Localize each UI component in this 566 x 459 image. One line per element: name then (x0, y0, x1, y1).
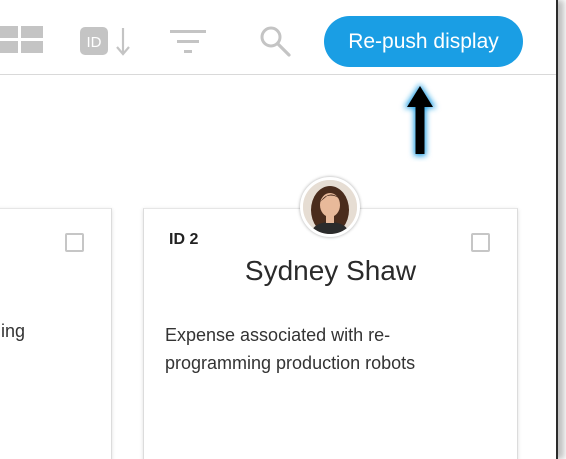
card-id: ID 2 (169, 231, 199, 248)
id-sort-icon[interactable]: ID (80, 25, 132, 57)
card-description: Expense associated with re-programming p… (165, 325, 416, 373)
toolbar: ID Re-push display (0, 0, 556, 75)
app-frame: ID Re-push display ging ID 2 (0, 0, 558, 459)
avatar-photo-icon (303, 180, 357, 234)
card-select-checkbox[interactable] (471, 233, 490, 252)
project-card-sydney-shaw[interactable]: ID 2 Sydney Shaw Expense associated with… (143, 208, 518, 459)
project-card-left[interactable]: ging (0, 208, 112, 459)
avatar (300, 177, 360, 237)
filter-icon[interactable] (168, 27, 208, 55)
search-icon[interactable] (258, 24, 292, 58)
card-description: ging (0, 321, 26, 341)
card-select-checkbox[interactable] (65, 233, 84, 252)
card-owner-name: Sydney Shaw (244, 255, 417, 286)
grid-view-icon[interactable] (0, 26, 46, 54)
up-arrow-annotation-icon (404, 84, 436, 156)
re-push-display-button[interactable]: Re-push display (324, 16, 523, 67)
id-sort-label: ID (87, 34, 102, 51)
